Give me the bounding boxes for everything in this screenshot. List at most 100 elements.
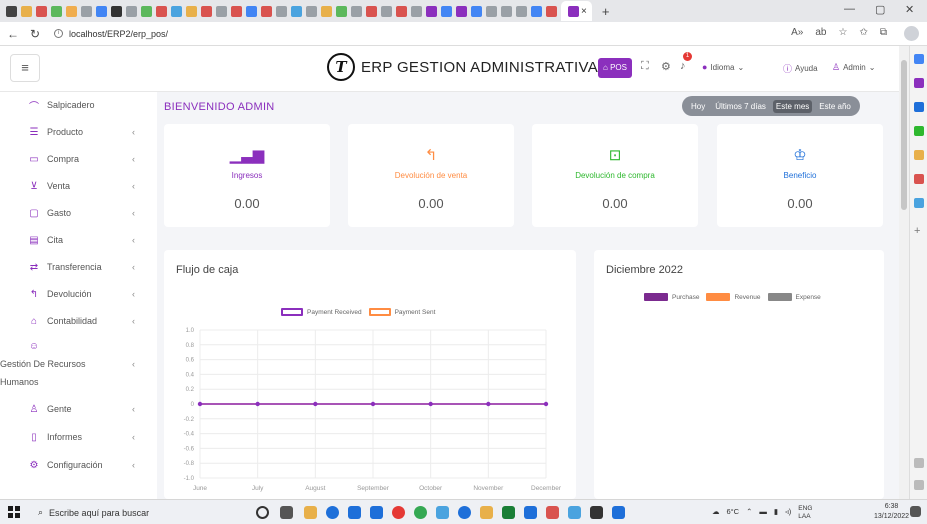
tab-icon[interactable] bbox=[81, 5, 92, 17]
scrollbar-thumb[interactable] bbox=[901, 60, 907, 210]
tab-icon[interactable] bbox=[366, 5, 377, 17]
tab-icon[interactable] bbox=[51, 5, 62, 17]
app-icon[interactable] bbox=[612, 506, 625, 519]
back-arrow-icon[interactable]: ← bbox=[4, 27, 22, 41]
window-menu-icon[interactable] bbox=[6, 5, 17, 17]
tab-icon[interactable] bbox=[186, 5, 197, 17]
collections-icon[interactable]: ⧉ bbox=[880, 27, 887, 38]
bell-icon[interactable]: ♪ bbox=[680, 60, 686, 72]
read-aloud-icon[interactable]: A» bbox=[791, 27, 803, 38]
sidebar-item-transferencia[interactable]: ⇄ Transferencia ‹ bbox=[0, 257, 157, 277]
cortana-icon[interactable] bbox=[256, 506, 269, 519]
translate-icon[interactable]: ab bbox=[815, 27, 826, 38]
notification-center-icon[interactable] bbox=[910, 506, 921, 517]
shopping-icon[interactable] bbox=[914, 102, 924, 112]
sidebar-item-salpicadero[interactable]: ⌒ Salpicadero bbox=[0, 95, 157, 115]
hamburger-menu-button[interactable]: ≡ bbox=[10, 54, 40, 82]
url-text[interactable]: localhost/ERP2/erp_pos/ bbox=[69, 29, 168, 39]
tab-icon[interactable] bbox=[351, 5, 362, 17]
tab-icon[interactable] bbox=[336, 5, 347, 17]
tab-icon[interactable] bbox=[486, 5, 497, 17]
sidebar-item-configuracion[interactable]: ⚙ Configuración ‹ bbox=[0, 455, 157, 475]
app-icon[interactable] bbox=[436, 506, 449, 519]
task-view-icon[interactable] bbox=[280, 506, 293, 519]
page-scrollbar[interactable] bbox=[899, 46, 909, 499]
profile-avatar[interactable] bbox=[904, 26, 919, 41]
range-today-button[interactable]: Hoy bbox=[688, 100, 708, 113]
tools-icon[interactable] bbox=[914, 126, 924, 136]
tab-icon[interactable] bbox=[231, 5, 242, 17]
tab-icon[interactable] bbox=[276, 5, 287, 17]
tab-icon[interactable] bbox=[66, 5, 77, 17]
office-icon[interactable] bbox=[914, 174, 924, 184]
clock[interactable]: 6:38 13/12/2022 bbox=[874, 502, 909, 522]
app-icon[interactable] bbox=[348, 506, 361, 519]
extensions-icon[interactable]: ☆ bbox=[839, 27, 848, 38]
reload-icon[interactable]: ↻ bbox=[26, 27, 44, 41]
sidebar-item-venta[interactable]: ⊻ Venta ‹ bbox=[0, 176, 157, 196]
tab-icon[interactable] bbox=[201, 5, 212, 17]
sidebar-item-recursos-humanos-line2[interactable]: Humanos bbox=[0, 372, 157, 392]
tab-icon[interactable] bbox=[531, 5, 542, 17]
mail-icon[interactable] bbox=[370, 506, 383, 519]
app-icon[interactable] bbox=[458, 506, 471, 519]
tab-icon[interactable] bbox=[396, 5, 407, 17]
new-tab-button[interactable]: + bbox=[602, 4, 610, 19]
sidebar-item-devolucion[interactable]: ↰ Devolución ‹ bbox=[0, 284, 157, 304]
games-icon[interactable] bbox=[914, 150, 924, 160]
maximize-button[interactable]: ▢ bbox=[875, 3, 885, 16]
windows-start-button[interactable] bbox=[8, 506, 20, 518]
acrobat-icon[interactable] bbox=[546, 506, 559, 519]
tab-icon[interactable] bbox=[21, 5, 32, 17]
sidebar-item-cita[interactable]: ▤ Cita ‹ bbox=[0, 230, 157, 250]
word-icon[interactable] bbox=[524, 506, 537, 519]
network-icon[interactable]: ▬ bbox=[759, 507, 767, 521]
tab-icon[interactable] bbox=[141, 5, 152, 17]
tab-icon[interactable] bbox=[426, 5, 437, 17]
tab-icon[interactable] bbox=[456, 5, 467, 17]
tab-icon[interactable] bbox=[306, 5, 317, 17]
site-info-icon[interactable]: i bbox=[54, 29, 63, 38]
sidebar-item-producto[interactable]: ☰ Producto ‹ bbox=[0, 122, 157, 142]
fullscreen-icon[interactable]: ⛶ bbox=[641, 60, 649, 73]
help-link[interactable]: ⓘ Ayuda bbox=[783, 62, 818, 75]
app-icon[interactable] bbox=[502, 506, 515, 519]
tab-icon[interactable] bbox=[36, 5, 47, 17]
favorites-icon[interactable]: ✩ bbox=[859, 27, 867, 38]
app-icon[interactable] bbox=[480, 506, 493, 519]
taskbar-search[interactable]: ⌕ Escribe aquí para buscar bbox=[30, 500, 240, 524]
range-this-month-button[interactable]: Este mes bbox=[772, 99, 813, 113]
tab-icon[interactable] bbox=[501, 5, 512, 17]
tab-icon[interactable] bbox=[441, 5, 452, 17]
sidebar-layout-icon[interactable] bbox=[914, 458, 924, 468]
app-icon[interactable] bbox=[590, 506, 603, 519]
tab-icon[interactable] bbox=[381, 5, 392, 17]
tab-icon[interactable] bbox=[171, 5, 182, 17]
weather-icon[interactable]: ☁ bbox=[712, 507, 720, 521]
tab-icon[interactable] bbox=[156, 5, 167, 17]
tab-icon[interactable] bbox=[471, 5, 482, 17]
range-this-year-button[interactable]: Este año bbox=[816, 100, 854, 113]
sidebar-item-gasto[interactable]: ▢ Gasto ‹ bbox=[0, 203, 157, 223]
sidebar-item-informes[interactable]: ▯ Informes ‹ bbox=[0, 427, 157, 447]
chevron-up-icon[interactable]: ⌃ bbox=[746, 507, 752, 521]
tab-icon[interactable] bbox=[111, 5, 122, 17]
active-tab[interactable]: × bbox=[561, 1, 592, 21]
url-field[interactable]: i localhost/ERP2/erp_pos/ bbox=[54, 29, 168, 39]
language-dropdown[interactable]: ● Idioma ⌄ bbox=[702, 62, 744, 72]
sidebar-item-contabilidad[interactable]: ⌂ Contabilidad ‹ bbox=[0, 311, 157, 331]
language-indicator[interactable]: ENG LAA bbox=[798, 505, 812, 521]
pos-button[interactable]: ⌂ POS bbox=[598, 58, 632, 78]
volume-icon[interactable]: ◃) bbox=[785, 507, 791, 521]
tab-icon[interactable] bbox=[516, 5, 527, 17]
settings-icon[interactable] bbox=[914, 480, 924, 490]
settings-icon[interactable]: ⚙ bbox=[661, 60, 671, 73]
outlook-icon[interactable] bbox=[914, 198, 924, 208]
minimize-button[interactable]: — bbox=[844, 3, 855, 15]
tab-close-icon[interactable]: × bbox=[581, 6, 587, 17]
tab-icon[interactable] bbox=[291, 5, 302, 17]
range-7-days-button[interactable]: Últimos 7 días bbox=[712, 100, 769, 113]
sidebar-item-gente[interactable]: ♙ Gente ‹ bbox=[0, 399, 157, 419]
sidebar-item-recursos-humanos[interactable]: Gestión De Recursos ‹ bbox=[0, 354, 157, 374]
weather-text[interactable]: 6°C bbox=[727, 507, 740, 521]
